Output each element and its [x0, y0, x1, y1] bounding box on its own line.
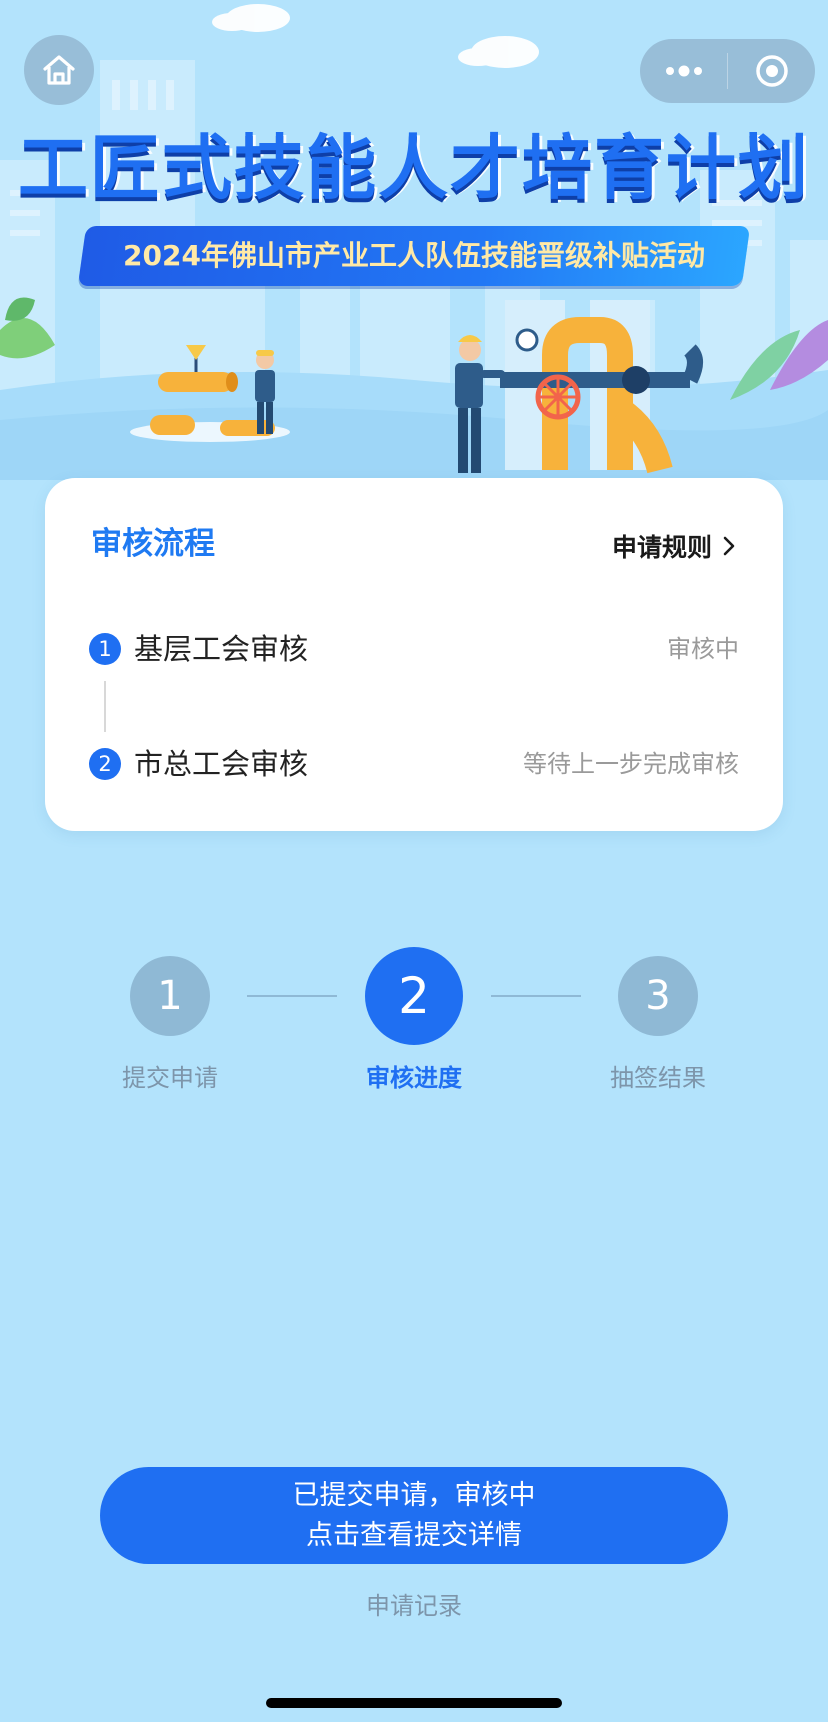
home-button[interactable]	[24, 35, 94, 105]
review-step-name: 基层工会审核	[134, 632, 309, 666]
home-indicator	[266, 1698, 562, 1708]
progress-step-circle-active: 2	[365, 947, 463, 1045]
banner-title: 工匠式技能人才培育计划	[18, 127, 810, 209]
submission-status-text: 已提交申请，审核中	[292, 1479, 536, 1511]
application-rules-label: 申请规则	[612, 533, 713, 562]
more-dots-icon	[665, 65, 702, 77]
review-step-name: 市总工会审核	[134, 747, 309, 781]
progress-step-label: 提交申请	[122, 1064, 218, 1092]
progress-step-label: 抽签结果	[610, 1064, 706, 1092]
review-step-connector	[104, 681, 106, 732]
review-process-title: 审核流程	[91, 526, 215, 562]
close-miniprogram-button[interactable]	[728, 39, 815, 103]
view-submission-button[interactable]: 已提交申请，审核中 点击查看提交详情	[100, 1467, 728, 1564]
review-step-status: 等待上一步完成审核	[523, 750, 739, 778]
miniprogram-capsule	[640, 39, 815, 103]
progress-step-circle: 1	[130, 956, 210, 1036]
chevron-right-icon	[722, 535, 736, 557]
more-button[interactable]	[640, 39, 727, 103]
progress-step-label-active: 审核进度	[366, 1064, 462, 1092]
progress-connector	[491, 995, 581, 997]
home-icon	[43, 55, 75, 85]
progress-connector	[247, 995, 337, 997]
review-step-number: 2	[89, 748, 121, 780]
banner-subtitle: 2024年佛山市产业工人队伍技能晋级补贴活动	[123, 239, 705, 272]
view-details-text: 点击查看提交详情	[306, 1519, 522, 1551]
target-close-icon	[755, 55, 788, 87]
application-rules-link[interactable]: 申请规则	[612, 524, 736, 568]
review-step-status: 审核中	[667, 635, 739, 663]
application-records-link[interactable]: 申请记录	[314, 1588, 514, 1624]
review-step-number: 1	[89, 633, 121, 665]
progress-step-circle: 3	[618, 956, 698, 1036]
